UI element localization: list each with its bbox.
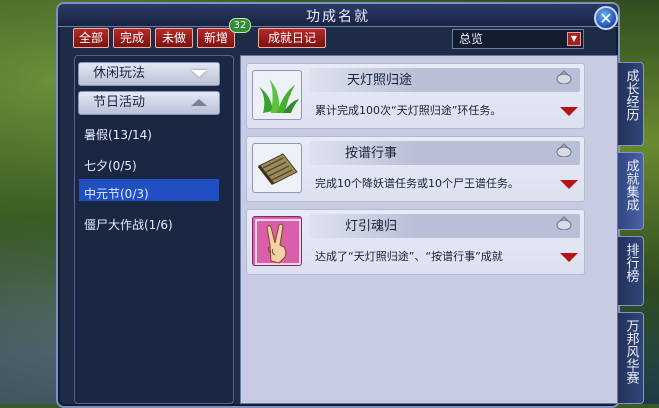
title-bar[interactable]: 功成名就 [58,4,618,27]
achievement-name: 天灯照归途 [347,73,413,88]
subitem-zombie-war[interactable]: 僵尸大作战(1/6) [84,216,173,233]
achievement-card[interactable]: 灯引魂归 达成了“天灯照归途”、“按谱行事”成就 [246,209,585,275]
tab-ranking[interactable]: 排行榜 [618,236,644,306]
overview-select-value: 总览 [459,32,484,46]
achievement-desc: 达成了“天灯照归途”、“按谱行事”成就 [315,250,503,263]
window-title: 功成名就 [306,9,370,25]
subitem-zhongyuan[interactable]: 中元节(0/3) [84,185,149,202]
expand-triangle-icon[interactable] [560,253,578,262]
tab-growth-label: 成长经历 [623,69,639,121]
filter-undone-button[interactable]: 未做 [155,28,193,48]
category-leisure[interactable]: 休闲玩法 [78,62,220,86]
achievement-desc: 完成10个降妖谱任务或10个尸王谱任务。 [315,177,519,190]
subitem-qixi[interactable]: 七夕(0/5) [84,157,137,174]
tab-growth[interactable]: 成长经历 [618,62,644,146]
chevron-down-icon [191,70,207,77]
tab-collection-label: 成就集成 [623,159,639,211]
filter-new-button[interactable]: 新增 [197,28,235,48]
close-icon: ✕ [599,9,613,28]
filter-done-button[interactable]: 完成 [113,28,151,48]
diary-button[interactable]: 成就日记 [258,28,326,48]
tab-collection[interactable]: 成就集成 [618,152,644,230]
chevron-down-icon[interactable]: ▼ [567,32,581,46]
overview-select[interactable]: 总览 ▼ [452,29,584,49]
tab-ranking-label: 排行榜 [623,243,639,282]
incense-pot-icon [556,70,572,84]
incense-pot-icon [556,143,572,157]
category-label: 休闲玩法 [93,66,146,81]
achievement-name: 灯引魂归 [345,219,398,234]
close-button[interactable]: ✕ [594,6,618,30]
category-label: 节日活动 [93,95,146,110]
scroll-icon [252,143,302,193]
grass-icon [252,70,302,120]
incense-pot-icon [556,216,572,230]
expand-triangle-icon[interactable] [560,107,578,116]
achievement-name: 按谱行事 [345,146,398,161]
chevron-up-icon [191,99,207,106]
achievement-card[interactable]: 天灯照归途 累计完成100次“天灯照归途”环任务。 [246,63,585,129]
achievement-desc: 累计完成100次“天灯照归途”环任务。 [315,104,502,117]
tab-wanbang[interactable]: 万邦风华赛 [618,312,644,404]
filter-all-button[interactable]: 全部 [73,28,109,48]
expand-triangle-icon[interactable] [560,180,578,189]
subitem-summer[interactable]: 暑假(13/14) [84,126,152,143]
tab-wanbang-label: 万邦风华赛 [623,319,639,384]
category-festival[interactable]: 节日活动 [78,91,220,115]
new-count-badge: 32 [229,18,251,33]
achievement-card[interactable]: 按谱行事 完成10个降妖谱任务或10个尸王谱任务。 [246,136,585,202]
victory-hand-icon [252,216,302,266]
